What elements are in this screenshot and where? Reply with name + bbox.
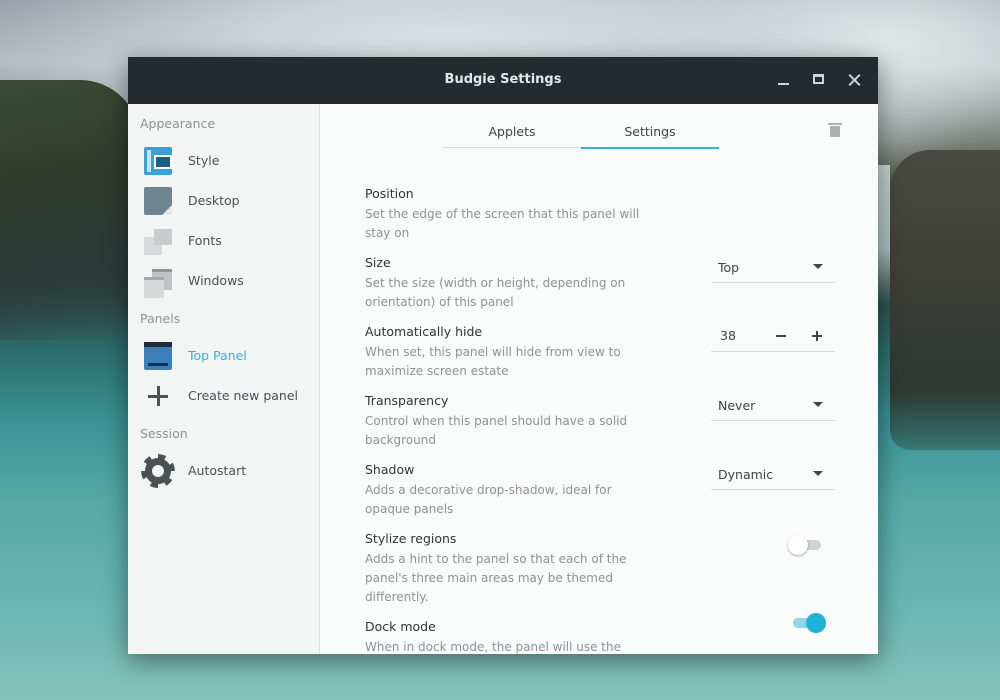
content-pane: Applets Settings Position Set the edge o… [321, 104, 878, 654]
sidebar-item-label: Desktop [188, 193, 240, 208]
setting-name: Shadow [365, 462, 415, 477]
gear-icon [145, 458, 171, 484]
setting-name: Stylize regions [365, 531, 457, 546]
maximize-icon[interactable] [808, 69, 830, 91]
setting-description: Adds a hint to the panel so that each of… [365, 552, 627, 604]
setting-stylize-regions: Stylize regions Adds a hint to the panel… [365, 531, 845, 607]
tab-applets[interactable]: Applets [443, 124, 581, 148]
settings-window: Budgie Settings Appearance Style Desktop… [128, 57, 878, 654]
windows-icon [144, 267, 172, 298]
setting-name: Position [365, 186, 414, 201]
window-title: Budgie Settings [444, 72, 562, 87]
tab-settings[interactable]: Settings [581, 124, 719, 149]
setting-name: Automatically hide [365, 324, 483, 339]
sidebar-item-label: Create new panel [188, 388, 298, 403]
setting-transparency: Transparency Control when this panel sho… [365, 393, 845, 450]
wallpaper-cliff-left [0, 80, 140, 340]
tab-bar: Applets Settings [443, 116, 719, 149]
setting-description: Adds a decorative drop-shadow, ideal for… [365, 483, 612, 516]
sidebar-item-label: Style [188, 153, 220, 168]
sidebar-item-autostart[interactable]: Autostart [128, 452, 320, 488]
sidebar-item-label: Fonts [188, 233, 222, 248]
setting-shadow: Shadow Adds a decorative drop-shadow, id… [365, 462, 845, 519]
setting-autohide: Automatically hide When set, this panel … [365, 324, 845, 381]
setting-description: Control when this panel should have a so… [365, 414, 628, 447]
plus-icon [144, 382, 172, 410]
titlebar[interactable]: Budgie Settings [128, 57, 878, 104]
desktop-icon [144, 187, 172, 215]
setting-description: Set the size (width or height, depending… [365, 276, 626, 309]
sidebar-item-label: Windows [188, 273, 244, 288]
minimize-icon[interactable] [773, 69, 795, 91]
section-heading-appearance: Appearance [140, 116, 216, 131]
sidebar-item-label: Autostart [188, 463, 247, 478]
sidebar-item-label: Top Panel [188, 348, 247, 363]
sidebar-item-windows[interactable]: Windows [128, 262, 320, 298]
close-icon[interactable] [844, 69, 866, 91]
setting-name: Dock mode [365, 619, 436, 634]
sidebar: Appearance Style Desktop Fonts Windows P… [128, 104, 320, 654]
setting-description: When set, this panel will hide from view… [365, 345, 621, 378]
setting-name: Size [365, 255, 391, 270]
sidebar-item-top-panel[interactable]: Top Panel [128, 337, 320, 373]
sidebar-item-desktop[interactable]: Desktop [128, 182, 320, 218]
section-heading-session: Session [140, 426, 188, 441]
fonts-icon [144, 227, 172, 255]
setting-name: Transparency [365, 393, 449, 408]
sidebar-item-style[interactable]: Style [128, 142, 320, 178]
wallpaper-cliff-right [890, 150, 1000, 450]
sidebar-item-create-panel[interactable]: Create new panel [128, 377, 320, 413]
style-icon [144, 147, 172, 175]
setting-dock-mode: Dock mode When in dock mode, the panel w… [365, 619, 845, 654]
section-heading-panels: Panels [140, 311, 181, 326]
setting-size: Size Set the size (width or height, depe… [365, 255, 845, 312]
panel-icon [144, 342, 172, 370]
setting-description: When in dock mode, the panel will use th… [365, 640, 622, 654]
setting-description: Set the edge of the screen that this pan… [365, 207, 640, 240]
setting-position: Position Set the edge of the screen that… [365, 186, 845, 243]
trash-icon[interactable] [828, 123, 842, 137]
sidebar-item-fonts[interactable]: Fonts [128, 222, 320, 258]
